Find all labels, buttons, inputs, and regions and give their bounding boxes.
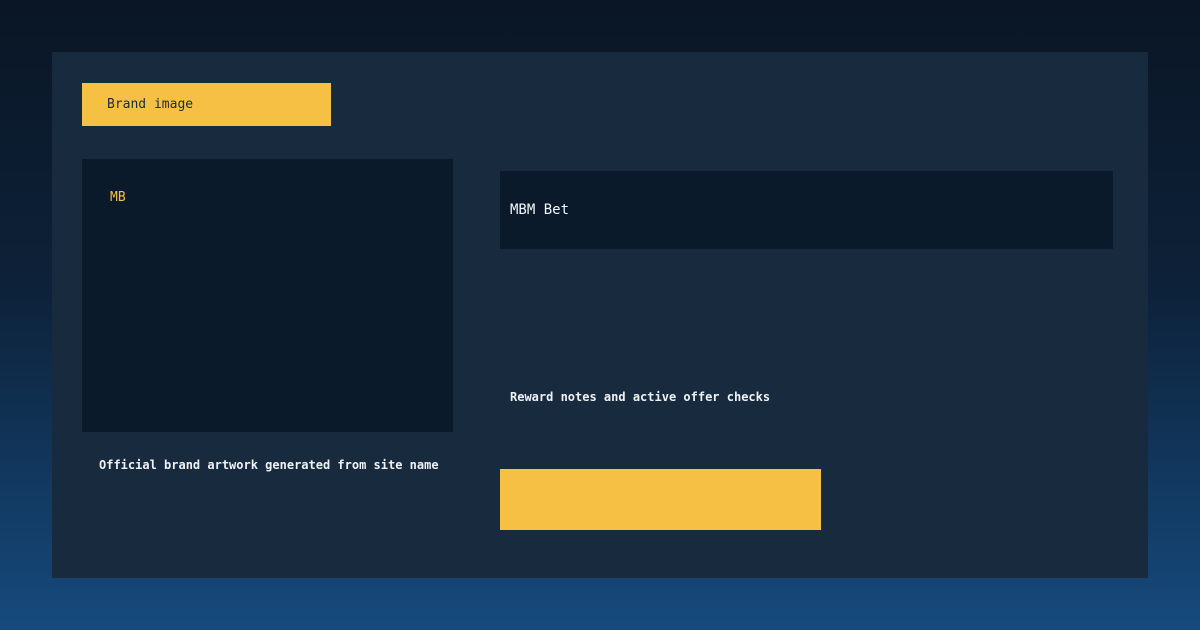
brand-image-badge: Brand image: [82, 83, 331, 126]
artwork-caption: Official brand artwork generated from si…: [99, 458, 439, 472]
brand-card: Brand image MB Official brand artwork ge…: [52, 52, 1148, 578]
site-name-label: MBM Bet: [510, 202, 569, 218]
brand-image-badge-label: Brand image: [107, 97, 193, 112]
site-name-box: MBM Bet: [500, 171, 1113, 249]
cta-bar[interactable]: [500, 469, 821, 530]
brand-monogram: MB: [110, 190, 126, 205]
reward-notes-text: Reward notes and active offer checks: [510, 390, 770, 404]
brand-artwork-box: MB: [82, 159, 453, 432]
